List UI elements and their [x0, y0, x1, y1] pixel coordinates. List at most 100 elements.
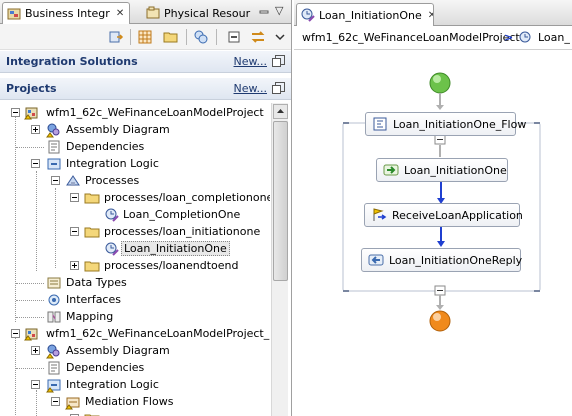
tab-business-integration[interactable]: Business Integr ✕ — [2, 2, 130, 24]
tree-item-folder[interactable]: processes/loan_completionone — [0, 189, 270, 206]
tab-label: Loan_InitiationOne — [319, 8, 422, 22]
reply-arrow-icon — [368, 254, 384, 266]
tree-item-dependencies[interactable]: Dependencies — [0, 359, 270, 376]
physical-resources-icon — [146, 6, 160, 19]
tab-physical-resources[interactable]: Physical Resour — [142, 2, 254, 24]
tree-item-project[interactable]: wfm1_62c_WeFinanceLoanModelProject — [0, 104, 270, 121]
collapse-toggle[interactable] — [11, 329, 20, 338]
project-tree: wfm1_62c_WeFinanceLoanModelProject Assem… — [0, 103, 270, 416]
collapse-toggle[interactable] — [31, 380, 40, 389]
business-integration-view: Business Integr ✕ Physical Resour ▽ Inte… — [0, 0, 292, 416]
integration-logic-icon — [47, 158, 61, 170]
breadcrumb-separator: > — [504, 31, 514, 44]
end-node-highlight — [433, 313, 441, 321]
end-node[interactable] — [429, 310, 451, 332]
restore-icon[interactable] — [272, 55, 285, 67]
tree-label: processes/loan_completionone — [104, 191, 270, 204]
link-editor-icon[interactable] — [108, 29, 124, 45]
collapse-toggle[interactable] — [70, 227, 79, 236]
minimize-icon[interactable] — [259, 6, 269, 16]
tree-item-integration-logic[interactable]: Integration Logic — [0, 376, 270, 393]
tree-label: Mediation Flows — [85, 395, 174, 408]
breadcrumb-project[interactable]: wfm1_62c_WeFinanceLoanModelProject — [302, 31, 520, 44]
dependencies-icon — [48, 361, 60, 375]
tree-item-mapping[interactable]: Mapping — [0, 308, 270, 325]
tree-item-partial[interactable] — [0, 410, 270, 416]
view-menu-icon[interactable]: ▽ — [275, 4, 283, 17]
flow-diagram — [342, 72, 541, 332]
tree-item-mediation-flows[interactable]: Mediation Flows — [0, 393, 270, 410]
tree-label: Loan_InitiationOne — [121, 241, 230, 256]
scroll-thumb[interactable] — [273, 121, 288, 281]
tree-item-assembly-diagram[interactable]: Assembly Diagram — [0, 121, 270, 138]
tree-guide — [16, 147, 44, 148]
tree-label: Dependencies — [66, 361, 145, 374]
mapping-icon — [47, 311, 61, 323]
new-integration-solution-link[interactable]: New... — [234, 55, 267, 68]
expand-toggle[interactable] — [31, 346, 40, 355]
tree-item-assembly-diagram[interactable]: Assembly Diagram — [0, 342, 270, 359]
tree-item-integration-logic[interactable]: Integration Logic — [0, 155, 270, 172]
collapse-toggle[interactable] — [31, 159, 40, 168]
link-with-editor-icon[interactable] — [250, 29, 266, 45]
breadcrumb-current[interactable]: Loan_ — [538, 31, 570, 44]
projects-header: Projects New... — [0, 78, 291, 100]
tree-item-processes[interactable]: Processes — [0, 172, 270, 189]
tree-item-interfaces[interactable]: Interfaces — [0, 291, 270, 308]
collapse-all-icon[interactable] — [226, 29, 242, 45]
process-icon — [105, 242, 119, 256]
close-icon[interactable]: ✕ — [428, 10, 433, 21]
node-label: Loan_InitiationOne — [404, 163, 507, 177]
collapse-toggle[interactable] — [70, 193, 79, 202]
scroll-up-arrow[interactable] — [273, 104, 288, 119]
sync-icon[interactable] — [193, 29, 209, 45]
restore-icon[interactable] — [272, 82, 285, 94]
open-folder-icon[interactable] — [163, 29, 179, 45]
tree-item-project-impl[interactable]: wfm1_62c_WeFinanceLoanModelProject_impl — [0, 325, 270, 342]
collapse-toggle[interactable] — [51, 397, 60, 406]
flow-node[interactable]: Loan_InitiationOne_Flow — [365, 112, 526, 136]
green-arrow-icon — [383, 164, 399, 176]
link-arrow — [436, 305, 444, 310]
integration-solutions-header: Integration Solutions New... — [0, 51, 291, 73]
close-icon[interactable]: ✕ — [116, 8, 124, 19]
collapse-toggle[interactable] — [51, 176, 60, 185]
expand-toggle[interactable] — [31, 125, 40, 134]
new-project-link[interactable]: New... — [234, 82, 267, 95]
tree-item-folder[interactable]: processes/loanendtoend — [0, 257, 270, 274]
expand-toggle[interactable] — [70, 261, 79, 270]
tree-label: Dependencies — [66, 140, 145, 153]
tree-label: Loan_CompletionOne — [123, 208, 241, 221]
process-canvas[interactable]: Loan_InitiationOne_Flow Loan_InitiationO… — [294, 51, 572, 416]
tree-label: processes/loan_initiationone — [104, 225, 261, 238]
tree-label: Assembly Diagram — [66, 344, 170, 357]
flow-icon — [373, 117, 387, 131]
tree-item-folder[interactable]: processes/loan_initiationone — [0, 223, 270, 240]
mediation-flows-icon — [65, 397, 80, 410]
link-arrow — [436, 105, 444, 110]
tree-item-dependencies[interactable]: Dependencies — [0, 138, 270, 155]
section-title: Integration Solutions — [6, 55, 138, 68]
dependencies-icon — [48, 140, 60, 154]
view-menu-chevron-icon[interactable] — [272, 29, 288, 45]
interfaces-icon — [48, 294, 60, 306]
filter-grid-icon[interactable] — [137, 29, 153, 45]
tree-item-process[interactable]: Loan_CompletionOne — [0, 206, 270, 223]
node-label: Loan_InitiationOneReply — [389, 253, 523, 267]
start-node[interactable] — [429, 72, 451, 94]
tree-item-process-selected[interactable]: Loan_InitiationOne — [0, 240, 270, 257]
project-icon — [24, 328, 38, 341]
receive-node[interactable]: ReceiveLoanApplication — [364, 203, 523, 227]
processes-icon — [66, 175, 80, 186]
tree-guide — [16, 317, 44, 318]
tab-loan-initiationone[interactable]: Loan_InitiationOne ✕ — [296, 3, 434, 26]
tree-label: processes/loanendtoend — [104, 259, 239, 272]
tree-scrollbar[interactable] — [271, 103, 288, 416]
editor-tab-bar: Loan_InitiationOne ✕ — [294, 0, 572, 26]
tab-label: Physical Resour — [164, 6, 251, 20]
tree-item-data-types[interactable]: Data Types — [0, 274, 270, 291]
reply-node[interactable]: Loan_InitiationOneReply — [361, 248, 523, 272]
receive-choice-node[interactable]: Loan_InitiationOne — [376, 158, 508, 182]
left-toolbar — [0, 24, 291, 50]
collapse-toggle[interactable] — [11, 108, 20, 117]
